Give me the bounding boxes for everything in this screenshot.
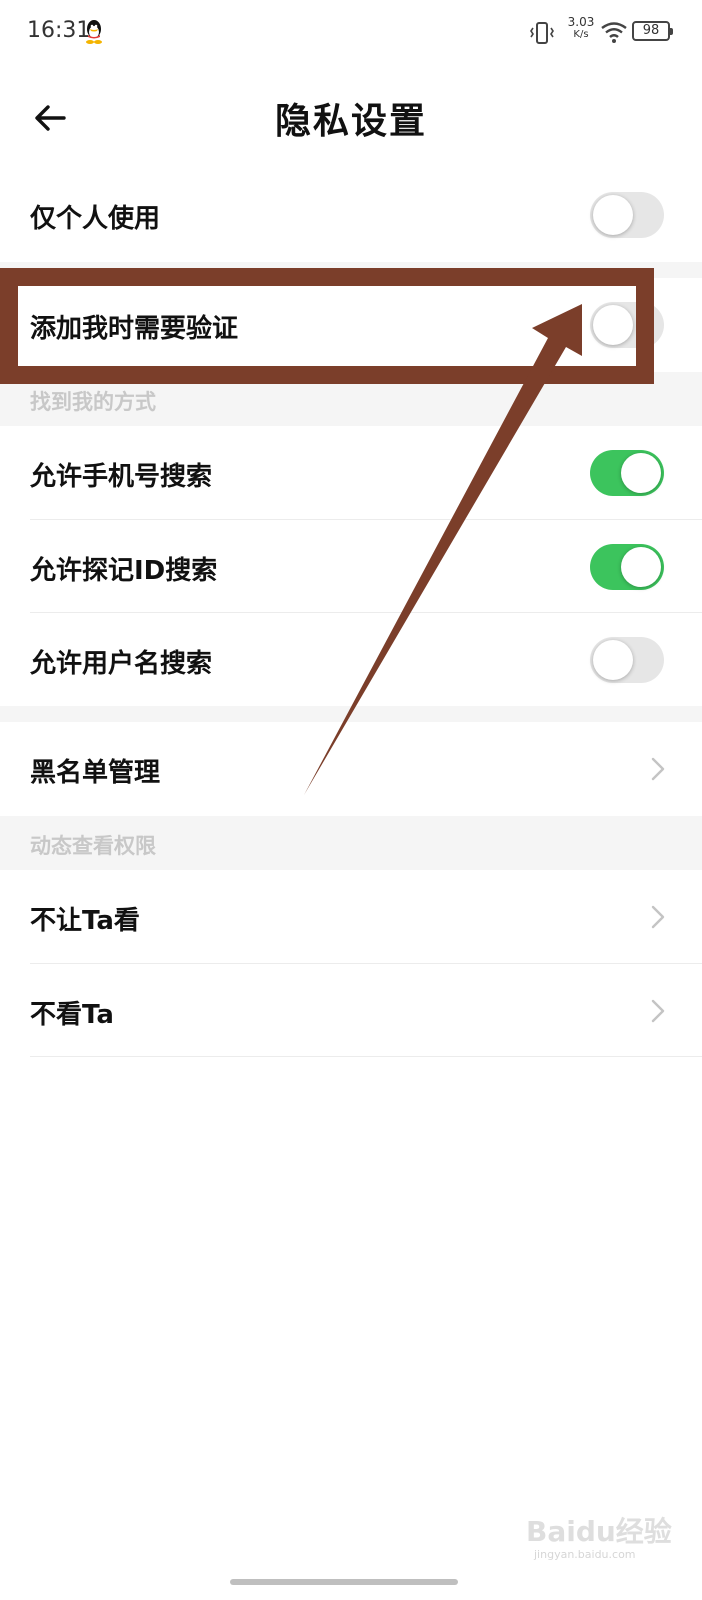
toggle-knob <box>593 195 633 235</box>
username-search-toggle[interactable] <box>590 637 664 683</box>
divider <box>30 1056 702 1057</box>
setting-row-id-search[interactable]: 允许探记ID搜索 <box>0 520 702 612</box>
net-speed-unit: K/s <box>573 29 589 40</box>
find-me-section-label: 找到我的方式 <box>30 390 156 414</box>
chevron-right-icon <box>651 757 665 781</box>
setting-row-blacklist[interactable]: 黑名单管理 <box>0 722 702 816</box>
section-header-moments: 动态查看权限 <box>0 816 702 870</box>
setting-row-personal-only[interactable]: 仅个人使用 <box>0 168 702 262</box>
toggle-knob <box>621 547 661 587</box>
baidu-watermark: Baidu经验 jingyan.baidu.com <box>526 1498 686 1562</box>
toggle-knob <box>593 640 633 680</box>
setting-row-not-see[interactable]: 不看Ta <box>0 964 702 1056</box>
chevron-right-icon <box>651 999 665 1023</box>
not-see-label: 不看Ta <box>30 1000 114 1030</box>
username-search-label: 允许用户名搜索 <box>30 649 213 679</box>
watermark-main: Baidu经验 <box>526 1515 672 1548</box>
vibrate-icon <box>530 22 554 44</box>
phone-search-label: 允许手机号搜索 <box>30 462 213 492</box>
personal-only-label: 仅个人使用 <box>30 204 161 234</box>
qq-icon <box>86 20 102 44</box>
net-speed-value: 3.03 <box>567 15 595 29</box>
home-indicator[interactable] <box>230 1579 458 1585</box>
wifi-icon <box>601 22 627 43</box>
hide-from-label: 不让Ta看 <box>30 906 140 936</box>
status-bar: 16:31 3.03 K/s 98 <box>0 0 702 64</box>
id-search-toggle[interactable] <box>590 544 664 590</box>
battery-icon: 98 <box>632 21 673 41</box>
setting-row-username-search[interactable]: 允许用户名搜索 <box>0 613 702 706</box>
net-speed: 3.03 K/s <box>564 16 598 41</box>
personal-only-toggle[interactable] <box>590 192 664 238</box>
section-gap <box>0 706 702 722</box>
blacklist-label: 黑名单管理 <box>30 758 161 788</box>
page-title: 隐私设置 <box>274 101 427 142</box>
setting-row-hide-from[interactable]: 不让Ta看 <box>0 870 702 963</box>
status-time: 16:31 <box>27 18 91 43</box>
phone-search-toggle[interactable] <box>590 450 664 496</box>
annotation-highlight-box <box>0 268 654 384</box>
watermark-sub: jingyan.baidu.com <box>534 1548 636 1561</box>
chevron-right-icon <box>651 905 665 929</box>
id-search-label: 允许探记ID搜索 <box>30 556 218 586</box>
moments-section-label: 动态查看权限 <box>30 834 156 858</box>
setting-row-phone-search[interactable]: 允许手机号搜索 <box>0 426 702 520</box>
toggle-knob <box>621 453 661 493</box>
